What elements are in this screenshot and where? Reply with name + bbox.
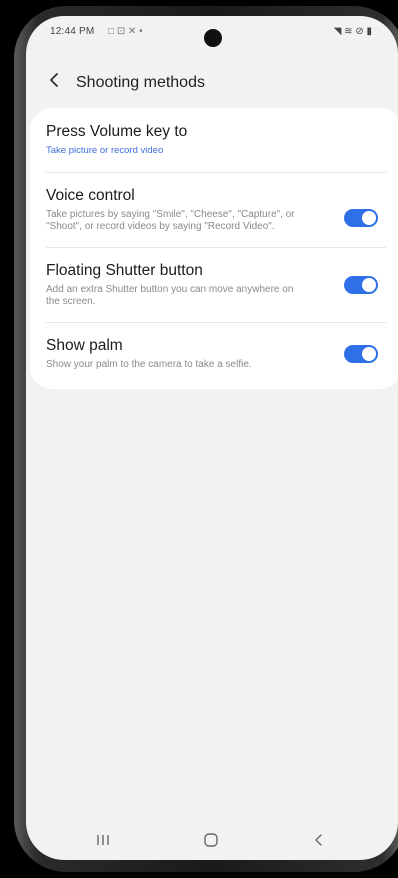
setting-show-palm[interactable]: Show palm Show your palm to the camera t…	[30, 323, 398, 390]
toggle-knob	[362, 277, 376, 292]
nav-back-icon	[315, 834, 322, 846]
recent-apps-button[interactable]	[88, 828, 118, 852]
recent-apps-icon	[97, 835, 109, 845]
setting-title: Floating Shutter button	[46, 261, 203, 279]
chevron-left-icon	[50, 73, 58, 87]
show-palm-toggle[interactable]	[344, 344, 378, 363]
nav-back-button[interactable]	[304, 828, 334, 852]
settings-card: Press Volume key to Take picture or reco…	[30, 108, 398, 389]
home-button[interactable]	[196, 828, 226, 852]
notification-icons: □ ⊡ ✕ •	[108, 26, 143, 37]
setting-press-volume-key[interactable]: Press Volume key to Take picture or reco…	[30, 108, 398, 172]
setting-voice-control[interactable]: Voice control Take pictures by saying "S…	[30, 173, 398, 247]
page-title: Shooting methods	[76, 74, 205, 91]
setting-title: Press Volume key to	[46, 123, 188, 140]
voice-control-toggle[interactable]	[344, 208, 378, 227]
home-icon	[204, 833, 218, 847]
toggle-knob	[362, 346, 376, 361]
setting-description: Take pictures by saying "Smile", "Cheese…	[46, 208, 295, 233]
floating-shutter-toggle[interactable]	[344, 275, 378, 294]
front-camera-cutout	[204, 29, 222, 47]
setting-title: Show palm	[46, 336, 123, 354]
toggle-knob	[362, 210, 376, 225]
system-status-icons: ◥ ≋ ⊘ ▮	[333, 26, 372, 37]
setting-value: Take picture or record video	[46, 145, 164, 156]
screen: 12:44 PM □ ⊡ ✕ • ◥ ≋ ⊘ ▮ Shooting method…	[26, 16, 398, 860]
setting-floating-shutter-button[interactable]: Floating Shutter button Add an extra Shu…	[30, 248, 398, 322]
status-time: 12:44 PM	[50, 26, 95, 37]
app-header: Shooting methods	[26, 60, 398, 100]
setting-description: Show your palm to the camera to take a s…	[46, 358, 252, 370]
setting-description: Add an extra Shutter button you can move…	[46, 283, 294, 308]
back-button[interactable]	[40, 66, 68, 94]
navigation-bar	[26, 820, 398, 860]
setting-title: Voice control	[46, 186, 135, 204]
